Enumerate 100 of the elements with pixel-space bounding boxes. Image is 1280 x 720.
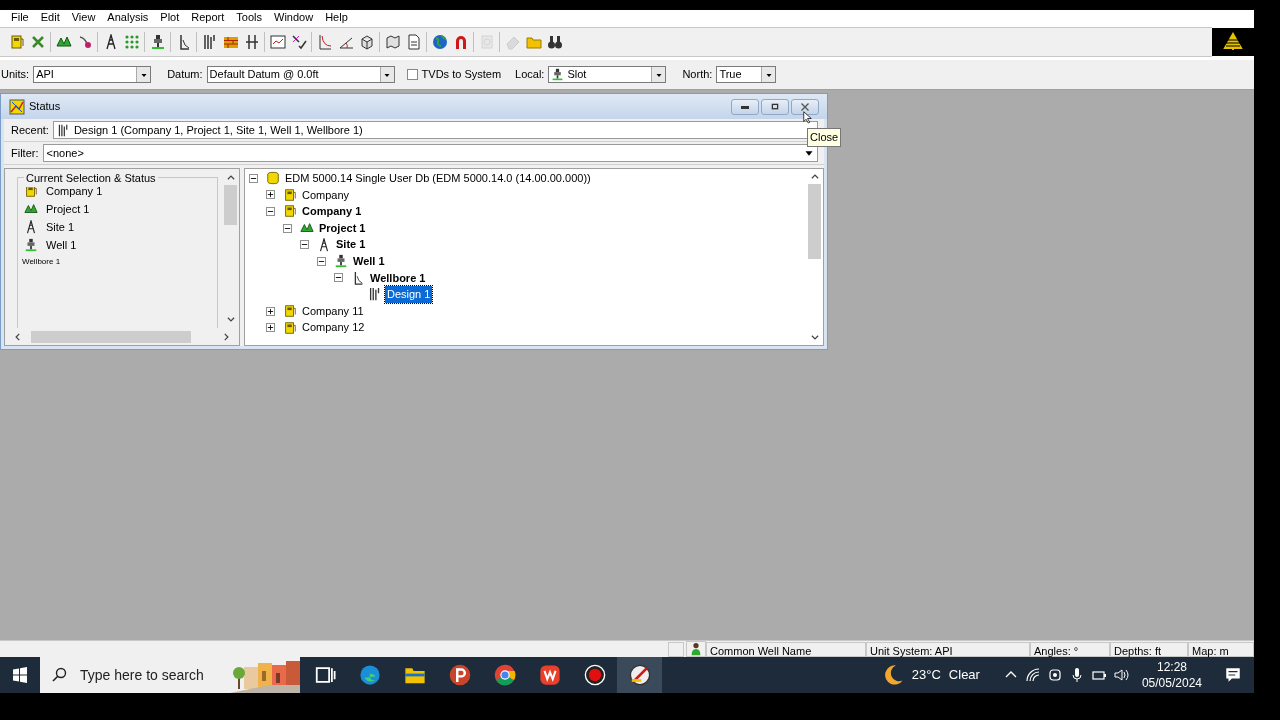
scroll-left-icon — [13, 331, 23, 342]
pump-icon[interactable] — [8, 34, 25, 50]
checkbox-label: TVDs to System — [421, 67, 502, 83]
search-field[interactable]: Type here to search — [40, 657, 300, 693]
dropdown[interactable]: API — [33, 66, 152, 83]
collapse-icon[interactable] — [334, 273, 343, 283]
filter-label: Filter: — [11, 145, 39, 161]
checkbox[interactable] — [406, 69, 418, 80]
pump-icon — [283, 320, 297, 335]
tree-item[interactable]: Site 1 — [334, 236, 368, 253]
checkmark-icon[interactable] — [290, 34, 307, 50]
minimize-icon — [741, 105, 749, 109]
scroll-down-icon — [225, 314, 236, 324]
menu-item[interactable]: Window — [268, 8, 320, 26]
tree-item[interactable]: Wellbore 1 — [368, 269, 428, 287]
dropdown[interactable]: True — [716, 66, 777, 83]
search-icon — [52, 667, 68, 683]
tools-icon[interactable] — [29, 34, 46, 50]
scroll-up-icon — [225, 173, 236, 183]
tooltip: Close — [807, 128, 842, 147]
menu-item[interactable]: Tools — [230, 8, 268, 26]
menu-item[interactable]: Edit — [34, 8, 66, 26]
pump-icon — [283, 304, 297, 319]
scroll-thumb[interactable] — [224, 185, 237, 225]
selection-item: Wellbore 1 — [22, 257, 62, 266]
collapse-icon[interactable] — [283, 223, 292, 233]
globe-icon[interactable] — [431, 34, 448, 50]
well-head-icon — [334, 254, 348, 269]
filter-field[interactable]: <none> — [42, 144, 818, 162]
selection-item: Site 1 — [46, 219, 75, 235]
curve-icon[interactable] — [316, 34, 333, 50]
menu-item[interactable]: Report — [185, 8, 231, 26]
tree-item[interactable]: Company 12 — [300, 319, 367, 336]
camera-icon[interactable] — [1046, 667, 1063, 683]
dropdown[interactable]: Default Datum @ 0.0ft — [206, 66, 395, 83]
menu-item[interactable]: Analysis — [101, 8, 155, 26]
mouse-pointer-icon — [803, 108, 815, 126]
well-head-icon — [551, 68, 565, 81]
north-label: North: — [682, 67, 713, 83]
wifi-icon[interactable] — [1024, 667, 1041, 683]
database-icon — [266, 171, 280, 186]
tree-item[interactable]: Well 1 — [351, 253, 387, 270]
status-app-icon — [9, 98, 25, 115]
well-head-icon — [24, 238, 38, 252]
scroll-down-icon — [809, 332, 820, 342]
maximize-button[interactable] — [761, 99, 789, 115]
units-label: Units: — [1, 67, 30, 83]
collapse-icon[interactable] — [249, 173, 258, 183]
scroll-thumb[interactable] — [31, 330, 191, 343]
recent-label: Recent: — [11, 122, 49, 138]
tree-item[interactable]: EDM 5000.14 Single User Db (EDM 5000.14.0 (14.00.00.000)) — [283, 170, 593, 187]
scroll-right-icon — [221, 331, 231, 342]
notification-icon[interactable] — [1224, 666, 1242, 684]
temperature: 23°C — [911, 666, 941, 685]
collapse-icon[interactable] — [317, 256, 326, 266]
design-icon — [56, 123, 70, 137]
status-cell: Common Well Name — [706, 641, 866, 657]
window-title: Status — [29, 99, 61, 115]
menu-item[interactable]: View — [65, 8, 102, 26]
menu-item[interactable]: Plot — [154, 8, 186, 26]
tree-item[interactable]: Company 1 — [300, 203, 364, 220]
binoculars-icon[interactable] — [546, 34, 563, 50]
menu-item[interactable]: File — [5, 8, 35, 26]
close-button[interactable] — [791, 99, 819, 115]
weather-text: Clear — [948, 666, 980, 685]
design-icon — [368, 287, 382, 302]
expand-icon[interactable] — [266, 323, 275, 333]
grass-icon[interactable] — [55, 34, 72, 50]
map-icon[interactable] — [384, 34, 401, 50]
tree-item[interactable]: Company — [300, 186, 352, 204]
document-icon[interactable] — [405, 34, 422, 50]
datum-label: Datum: — [167, 67, 203, 83]
chart-window-icon[interactable] — [269, 34, 286, 50]
expand-icon[interactable] — [266, 306, 275, 316]
tree-item[interactable]: Project 1 — [317, 219, 368, 237]
collapse-icon[interactable] — [266, 207, 275, 216]
brick-wall-icon[interactable] — [222, 34, 239, 50]
status-cell: Map: m — [1188, 641, 1254, 657]
local-label: Local: — [515, 67, 545, 83]
expand-icon[interactable] — [266, 190, 275, 200]
cube-icon[interactable] — [358, 34, 375, 50]
menu-item[interactable]: Help — [319, 8, 354, 26]
windows-start-icon — [12, 667, 28, 683]
status-cell: Depths: ft — [1110, 641, 1188, 657]
design-icon[interactable] — [201, 34, 218, 50]
split-icon[interactable] — [243, 34, 260, 50]
well-head-icon[interactable] — [149, 34, 166, 50]
scroll-thumb[interactable] — [808, 184, 821, 259]
tree-item[interactable]: Company 11 — [300, 302, 366, 320]
tree-item[interactable]: Design 1 — [385, 286, 433, 303]
speaker-icon[interactable] — [1112, 667, 1129, 683]
clock-time: 12:28 — [1156, 659, 1187, 675]
grass-icon — [24, 202, 38, 216]
selection-item: Project 1 — [46, 201, 90, 217]
minimize-button[interactable] — [731, 99, 759, 115]
status-cell: Angles: ° — [1030, 641, 1110, 657]
dropdown[interactable]: Slot — [548, 66, 667, 83]
collapse-icon[interactable] — [300, 240, 309, 250]
compass-icon[interactable] — [617, 657, 662, 693]
scroll-up-icon — [809, 172, 820, 182]
